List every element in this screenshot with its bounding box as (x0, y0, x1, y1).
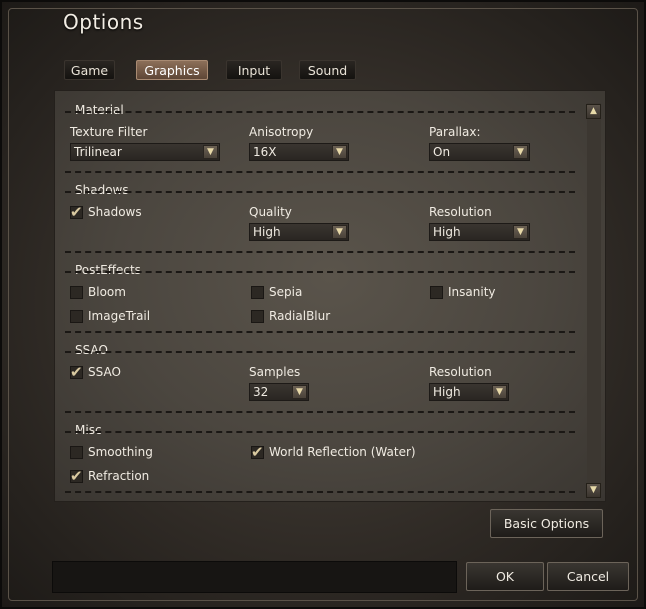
anisotropy-select[interactable]: 16X ▼ (249, 143, 349, 161)
shadow-quality-value: High (253, 225, 281, 239)
texture-filter-value: Trilinear (74, 145, 122, 159)
tab-sound[interactable]: Sound (299, 60, 356, 80)
parallax-select[interactable]: On ▼ (429, 143, 530, 161)
anisotropy-value: 16X (253, 145, 277, 159)
status-bar (52, 561, 457, 593)
texture-filter-label: Texture Filter (70, 125, 148, 139)
chevron-down-icon[interactable]: ▼ (292, 385, 307, 399)
world-reflection-label: World Reflection (Water) (269, 445, 416, 459)
parallax-label: Parallax: (429, 125, 481, 139)
tab-game[interactable]: Game (64, 60, 115, 80)
ssao-resolution-value: High (433, 385, 461, 399)
shadows-label: Shadows (88, 205, 142, 219)
section-misc (65, 431, 575, 493)
basic-options-button[interactable]: Basic Options (490, 509, 603, 538)
graphics-settings-panel: Material Texture Filter Trilinear ▼ Anis… (54, 90, 606, 502)
parallax-value: On (433, 145, 451, 159)
scroll-down-icon[interactable]: ▼ (586, 483, 601, 498)
refraction-checkbox[interactable]: ✔ (70, 467, 83, 485)
checkmark-icon: ✔ (70, 467, 83, 485)
ok-button[interactable]: OK (466, 562, 544, 591)
chevron-down-icon[interactable]: ▼ (513, 145, 528, 159)
vertical-scrollbar[interactable] (587, 103, 601, 497)
sepia-label: Sepia (269, 285, 303, 299)
insanity-label: Insanity (448, 285, 496, 299)
smoothing-checkbox[interactable] (70, 446, 83, 459)
ssao-checkbox[interactable]: ✔ (70, 363, 83, 381)
window-title: Options (63, 10, 144, 34)
ssao-samples-select[interactable]: 32 ▼ (249, 383, 309, 401)
ssao-samples-label: Samples (249, 365, 301, 379)
shadow-resolution-select[interactable]: High ▼ (429, 223, 530, 241)
sepia-checkbox[interactable] (251, 286, 264, 299)
shadow-resolution-value: High (433, 225, 461, 239)
checkmark-icon: ✔ (70, 203, 83, 221)
section-shadows (65, 191, 575, 253)
texture-filter-select[interactable]: Trilinear ▼ (70, 143, 220, 161)
refraction-label: Refraction (88, 469, 150, 483)
shadow-quality-select[interactable]: High ▼ (249, 223, 349, 241)
shadows-checkbox[interactable]: ✔ (70, 203, 83, 221)
shadow-resolution-label: Resolution (429, 205, 492, 219)
tab-input[interactable]: Input (226, 60, 282, 80)
world-reflection-checkbox[interactable]: ✔ (251, 443, 264, 461)
radialblur-label: RadialBlur (269, 309, 331, 323)
chevron-down-icon[interactable]: ▼ (203, 145, 218, 159)
ssao-samples-value: 32 (253, 385, 269, 399)
insanity-checkbox[interactable] (430, 286, 443, 299)
section-ssao (65, 351, 575, 413)
bloom-checkbox[interactable] (70, 286, 83, 299)
anisotropy-label: Anisotropy (249, 125, 314, 139)
section-posteffects (65, 271, 575, 333)
imagetrail-label: ImageTrail (88, 309, 151, 323)
imagetrail-checkbox[interactable] (70, 310, 83, 323)
chevron-down-icon[interactable]: ▼ (513, 225, 528, 239)
checkmark-icon: ✔ (251, 443, 264, 461)
options-window: Options Game Graphics Input Sound Materi… (0, 0, 646, 609)
ssao-resolution-label: Resolution (429, 365, 492, 379)
tab-graphics[interactable]: Graphics (136, 60, 208, 80)
chevron-down-icon[interactable]: ▼ (332, 225, 347, 239)
smoothing-label: Smoothing (88, 445, 153, 459)
bloom-label: Bloom (88, 285, 126, 299)
chevron-down-icon[interactable]: ▼ (492, 385, 507, 399)
scroll-up-icon[interactable]: ▲ (586, 104, 601, 119)
shadow-quality-label: Quality (249, 205, 292, 219)
radialblur-checkbox[interactable] (251, 310, 264, 323)
chevron-down-icon[interactable]: ▼ (332, 145, 347, 159)
ssao-label: SSAO (88, 365, 121, 379)
ssao-resolution-select[interactable]: High ▼ (429, 383, 509, 401)
section-material (65, 111, 575, 173)
checkmark-icon: ✔ (70, 363, 83, 381)
cancel-button[interactable]: Cancel (547, 562, 629, 591)
